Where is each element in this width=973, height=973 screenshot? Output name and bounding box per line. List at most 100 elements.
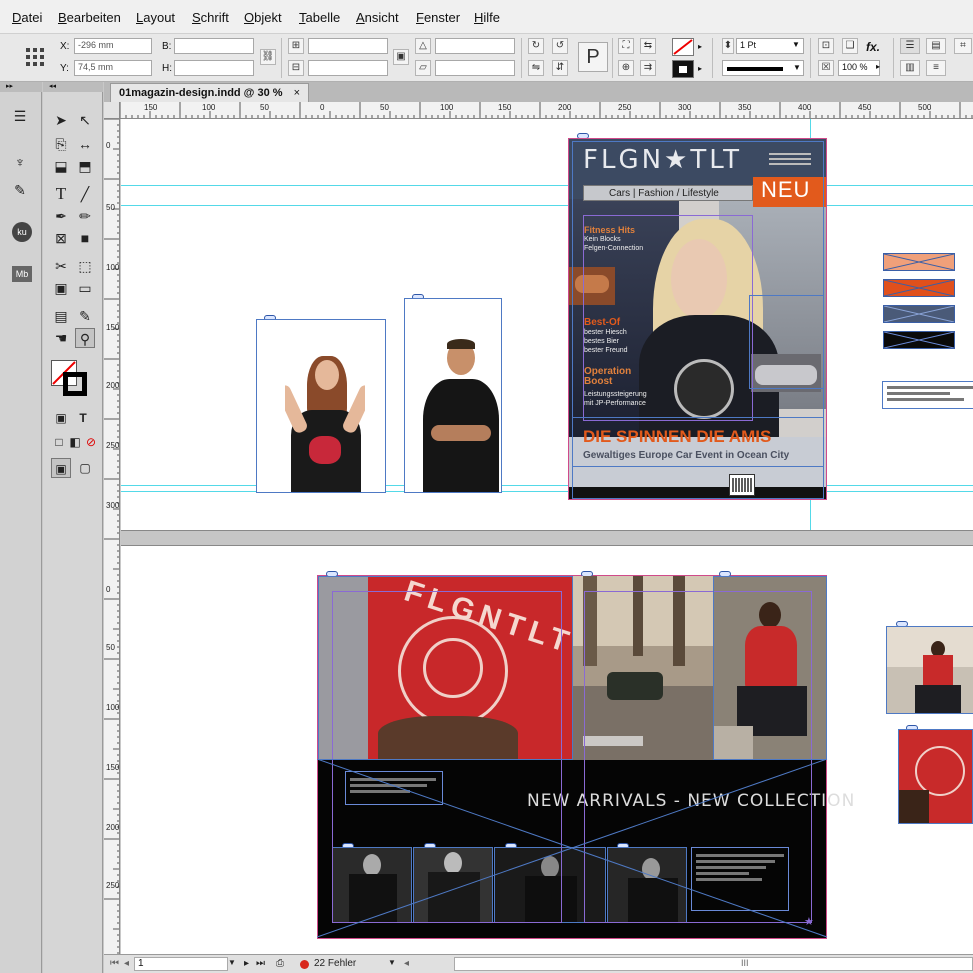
y-position-field[interactable]: 74,5 mm <box>74 60 152 76</box>
rectangle-tool-icon[interactable]: ■ <box>75 228 95 248</box>
rotate-ccw-icon[interactable]: ↺ <box>552 38 568 54</box>
next-page-icon[interactable]: ▸ <box>244 958 249 969</box>
document-tab[interactable]: 01magazin-design.indd @ 30 % × <box>110 83 310 102</box>
select-next-icon[interactable]: ⇉ <box>640 60 656 76</box>
distribute-icon[interactable]: ≡ <box>926 60 946 76</box>
opacity-field[interactable]: 100 % <box>838 60 880 76</box>
close-icon[interactable]: × <box>294 87 300 99</box>
chevron-down-icon[interactable]: ▼ <box>792 40 800 49</box>
links-panel-icon[interactable]: ✎ <box>10 180 30 200</box>
scroll-grip-icon[interactable]: III <box>741 958 749 968</box>
gap-tool-icon[interactable]: ↔ <box>75 134 95 154</box>
page-number-field[interactable]: 1 <box>134 957 228 971</box>
guide-horizontal[interactable] <box>121 205 973 206</box>
width-field[interactable] <box>174 38 254 54</box>
content-collector-icon[interactable]: ⬓ <box>51 156 71 176</box>
free-transform-tool-icon[interactable]: ⬚ <box>75 256 95 276</box>
scale-y-field[interactable] <box>308 60 388 76</box>
select-container-icon[interactable]: ⛶ <box>618 38 634 54</box>
horizontal-scrollbar[interactable]: III <box>454 957 973 971</box>
rotate-field[interactable] <box>435 38 515 54</box>
link-scale-icon[interactable]: ▣ <box>393 49 409 65</box>
hand-tool-icon[interactable]: ☚ <box>51 328 71 348</box>
guide-horizontal[interactable] <box>121 485 973 486</box>
pen-tool-icon[interactable]: ✒ <box>51 206 71 226</box>
type-tool-icon[interactable]: T <box>51 184 71 204</box>
line-tool-icon[interactable]: ╱ <box>75 184 95 204</box>
shear-field[interactable] <box>435 60 515 76</box>
scale-x-field[interactable] <box>308 38 388 54</box>
screen-mode-icon[interactable]: ▢ <box>75 458 95 478</box>
note-tool-icon[interactable]: ▤ <box>51 306 71 326</box>
scissors-tool-icon[interactable]: ✂ <box>51 256 71 276</box>
sitting-man-image-frame[interactable] <box>713 576 827 760</box>
swatch-peach[interactable] <box>883 253 955 271</box>
rotate-angle-icon[interactable]: △ <box>415 38 431 54</box>
menu-schrift[interactable]: Schrift <box>192 10 229 25</box>
menu-objekt[interactable]: Objekt <box>244 10 282 25</box>
fill-dropdown-arrow-icon[interactable]: ▸ <box>698 42 702 51</box>
flip-horizontal-icon[interactable]: ⇋ <box>528 60 544 76</box>
document-canvas[interactable]: FLGN★TLT Cars | Fashion / Lifestyle NEU … <box>121 119 973 954</box>
text-wrap-icon[interactable]: ☰ <box>900 38 920 54</box>
panel-collapse-icon[interactable]: ▸▸ <box>0 82 42 92</box>
stroke-type-select[interactable]: ▼ <box>722 60 804 76</box>
mb-panel-icon[interactable]: Mb <box>12 266 32 282</box>
vertical-ruler[interactable]: 0 50 100 150 200 250 300 0 50 100 150 20… <box>104 119 120 954</box>
image-frame-man[interactable] <box>404 298 502 493</box>
apply-none-icon[interactable]: ⊘ <box>81 432 101 452</box>
gradient-feather-tool-icon[interactable]: ▭ <box>75 278 95 298</box>
select-previous-icon[interactable]: ⊕ <box>618 60 634 76</box>
stroke-black-swatch[interactable] <box>672 60 694 78</box>
side-image-frame[interactable] <box>886 626 973 714</box>
zoom-tool-icon[interactable]: ⚲ <box>75 328 95 348</box>
more-options-icon[interactable]: ⌗ <box>954 38 972 54</box>
scale-y-icon[interactable]: ⊟ <box>288 60 304 76</box>
align-icon[interactable]: ▥ <box>900 60 920 76</box>
red-shirt-image-frame[interactable] <box>318 576 573 760</box>
stroke-weight-stepper[interactable]: ⬍ <box>722 38 734 54</box>
drop-shadow-icon[interactable]: ❑ <box>842 38 858 54</box>
select-content-icon[interactable]: ⇆ <box>640 38 656 54</box>
menu-layout[interactable]: Layout <box>136 10 175 25</box>
scale-x-icon[interactable]: ⊞ <box>288 38 304 54</box>
selection-tool-icon[interactable]: ➤ <box>51 110 71 130</box>
preflight-dropdown-icon[interactable]: ▼ <box>388 958 396 967</box>
layers-panel-icon[interactable]: ♆ <box>10 152 30 172</box>
gradient-swatch-tool-icon[interactable]: ▣ <box>51 278 71 298</box>
cover-headline-frame[interactable] <box>572 417 824 467</box>
guide-horizontal[interactable] <box>121 491 973 492</box>
ku-panel-icon[interactable]: ku <box>12 222 32 242</box>
guide-horizontal[interactable] <box>121 185 973 186</box>
swatch-black[interactable] <box>883 331 955 349</box>
text-frame-options-icon[interactable]: ▤ <box>926 38 946 54</box>
effects-icon[interactable]: fx. <box>866 40 880 54</box>
page-dropdown-icon[interactable]: ▼ <box>228 958 236 967</box>
page-tool-icon[interactable]: ⎘ <box>51 134 71 154</box>
shear-angle-icon[interactable]: ▱ <box>415 60 431 76</box>
menu-hilfe[interactable]: Hilfe <box>474 10 500 25</box>
pencil-tool-icon[interactable]: ✏ <box>75 206 95 226</box>
image-frame-woman[interactable] <box>256 319 386 493</box>
preflight-errors-label[interactable]: 22 Fehler <box>314 958 356 969</box>
flip-vertical-icon[interactable]: ⇵ <box>552 60 568 76</box>
ruler-origin[interactable] <box>104 102 120 119</box>
frame-fitting-icon[interactable]: ⊡ <box>818 38 834 54</box>
side-image-frame[interactable] <box>898 729 973 824</box>
content-placer-icon[interactable]: ⬒ <box>75 156 95 176</box>
normal-view-icon[interactable]: ▣ <box>51 458 71 478</box>
last-page-icon[interactable]: ⏭ <box>256 958 265 969</box>
menu-datei[interactable]: Datei <box>12 10 42 25</box>
toolbox-collapse-icon[interactable]: ◂◂ <box>43 82 103 92</box>
swatch-orange[interactable] <box>883 279 955 297</box>
menu-ansicht[interactable]: Ansicht <box>356 10 399 25</box>
scroll-left-icon[interactable]: ◂ <box>404 958 409 969</box>
cover-text-frame[interactable] <box>583 215 753 421</box>
height-field[interactable] <box>174 60 254 76</box>
fill-none-swatch[interactable] <box>672 38 694 56</box>
fill-stroke-swatch[interactable] <box>51 360 89 398</box>
formatting-text-icon[interactable]: T <box>73 408 93 428</box>
opacity-icon[interactable]: ☒ <box>818 60 834 76</box>
cover-side-frame[interactable] <box>749 295 824 389</box>
menu-fenster[interactable]: Fenster <box>416 10 460 25</box>
